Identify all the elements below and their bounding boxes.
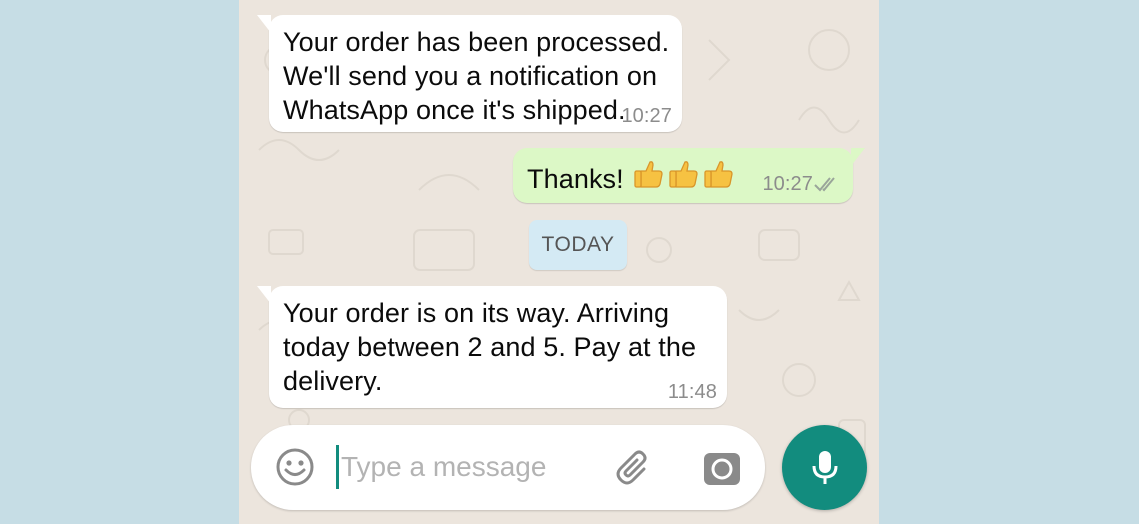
thumbs-up-emoji-group	[631, 161, 736, 194]
thumbs-up-icon	[634, 161, 664, 188]
message-time: 10:27	[621, 105, 672, 127]
smiley-icon[interactable]	[275, 447, 315, 487]
message-time: 10:27	[762, 173, 813, 195]
message-input[interactable]	[335, 443, 601, 491]
thumbs-up-icon	[669, 161, 699, 188]
microphone-icon	[812, 451, 838, 484]
chat-screen: Your order has been processed. We'll sen…	[239, 0, 879, 524]
double-check-icon	[814, 177, 835, 192]
message-text: Your order is on its way. Arriving today…	[283, 298, 697, 396]
incoming-message[interactable]: Your order is on its way. Arriving today…	[257, 286, 727, 408]
text-cursor	[336, 445, 339, 489]
thumbs-up-icon	[704, 161, 734, 188]
camera-icon[interactable]	[702, 449, 742, 487]
incoming-message[interactable]: Your order has been processed. We'll sen…	[257, 15, 682, 132]
message-time: 11:48	[667, 381, 717, 403]
message-text: Thanks!	[527, 164, 624, 194]
outgoing-message[interactable]: Thanks! 10:27	[513, 148, 865, 203]
voice-record-button[interactable]	[782, 425, 867, 510]
paperclip-icon[interactable]	[615, 447, 657, 489]
date-separator: TODAY	[529, 220, 627, 270]
message-composer	[251, 425, 765, 510]
